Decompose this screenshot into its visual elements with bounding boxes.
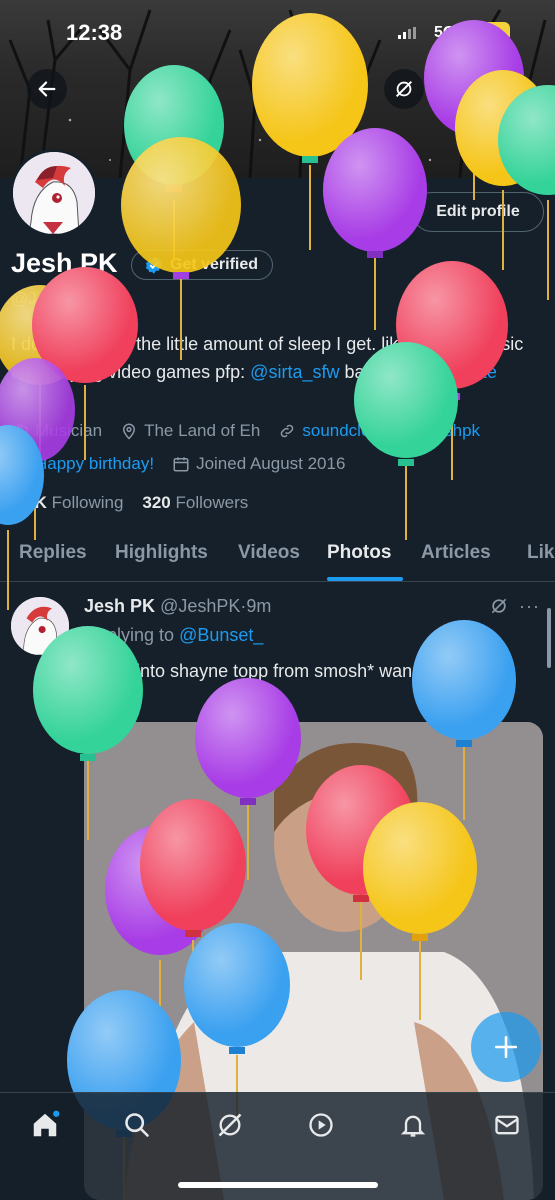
post-text: *turns into shayne topp from smosh* wann… [84, 661, 501, 709]
get-verified-label: Get verified [170, 256, 259, 273]
nav-notifications[interactable] [393, 1109, 433, 1141]
post-grok-icon[interactable] [489, 596, 509, 621]
joined-label: Joined August 2016 [196, 454, 346, 473]
post-more-button[interactable]: ··· [519, 596, 540, 617]
tab-replies[interactable]: Replies [19, 542, 87, 564]
following-count: 1.2K [11, 493, 47, 512]
search-nav-icon [125, 1113, 149, 1137]
birthday-item: Happy birthday! [11, 454, 154, 474]
tab-photos[interactable]: Photos [327, 542, 391, 564]
website-link[interactable]: soundcloud.com/jeshpk [302, 421, 480, 441]
nav-search[interactable] [117, 1109, 157, 1141]
battery-indicator: 77 [474, 22, 510, 42]
status-time: 12:38 [66, 20, 123, 45]
location-item: The Land of Eh [120, 421, 260, 441]
location-pin-icon [123, 423, 136, 440]
network-label: 5G+ [434, 24, 465, 41]
post-author-name[interactable]: Jesh PK [84, 596, 155, 616]
bio-link-pfp[interactable]: @sirta_sfw [250, 362, 339, 382]
profession-label: Musician [35, 421, 103, 440]
profile-meta-row-2: Happy birthday! Joined August 2016 [11, 454, 363, 474]
signal-icon [398, 26, 416, 44]
profile-name: Jesh PK [11, 248, 118, 278]
home-indicator[interactable] [178, 1182, 378, 1188]
follow-stats: 1.2K Following 320 Followers [11, 493, 248, 513]
profile-avatar[interactable] [10, 149, 98, 237]
calendar-icon [173, 457, 189, 472]
tab-videos[interactable]: Videos [238, 542, 300, 564]
tab-articles[interactable]: Articles [421, 542, 491, 564]
nav-messages[interactable] [487, 1109, 527, 1141]
back-arrow-icon [38, 81, 56, 97]
grok-button[interactable] [384, 69, 424, 109]
bio-link-banner[interactable]: @arayalite [411, 362, 497, 382]
followers-link[interactable]: 320 Followers [142, 493, 248, 512]
edit-profile-button[interactable]: Edit profile [412, 192, 544, 232]
profile-tabs: Replies Highlights Videos Photos Article… [0, 528, 555, 582]
active-tab-indicator [327, 577, 403, 581]
replying-to-line: Replying to @Bunset_ [84, 625, 263, 646]
compose-button[interactable] [471, 1012, 541, 1082]
nav-video[interactable] [301, 1109, 341, 1141]
profile-meta-row-1: Musician The Land of Eh soundcloud.com/j… [11, 421, 498, 441]
post-time: 9m [246, 596, 272, 616]
verified-check-icon [145, 256, 163, 274]
post-avatar-image [11, 597, 69, 655]
profile-bio: I do things with the little amount of sl… [11, 330, 541, 386]
joined-item: Joined August 2016 [172, 454, 345, 474]
mail-icon [495, 1115, 519, 1135]
following-label: Following [51, 493, 124, 512]
replying-to-label: Replying to [84, 625, 175, 645]
post-avatar[interactable] [11, 597, 69, 655]
back-button[interactable] [27, 69, 67, 109]
profession-item: Musician [11, 421, 102, 441]
replying-to-handle[interactable]: @Bunset_ [179, 625, 263, 645]
following-link[interactable]: 1.2K Following [11, 493, 123, 512]
grok-icon [395, 80, 413, 98]
birthday-label: Happy birthday! [35, 454, 155, 473]
followers-count: 320 [142, 493, 171, 512]
bio-text-2: banner: [339, 362, 411, 382]
status-bar: 12:38 5G+ 77 [0, 0, 555, 64]
bell-icon [400, 1115, 426, 1137]
pony-avatar-image [13, 152, 95, 234]
post-author-handle[interactable]: @JeshPK [160, 596, 240, 616]
scrollbar[interactable] [547, 608, 551, 668]
search-button[interactable] [436, 69, 476, 109]
tab-highlights[interactable]: Highlights [115, 542, 208, 564]
followers-label: Followers [175, 493, 249, 512]
balloon-icon [14, 455, 26, 472]
nav-home[interactable] [25, 1109, 65, 1141]
plus-icon [494, 1035, 518, 1059]
profile-handle: @JeshPK [11, 289, 87, 308]
nav-grok[interactable] [210, 1109, 250, 1141]
website-item[interactable]: soundcloud.com/jeshpk [278, 421, 480, 441]
grok-nav-icon [218, 1113, 242, 1137]
post-header: Jesh PK @JeshPK·9m [84, 596, 271, 617]
play-circle-icon [309, 1113, 333, 1137]
search-icon [446, 79, 466, 99]
home-icon [33, 1110, 60, 1137]
get-verified-button[interactable]: Get verified [131, 250, 274, 280]
location-label: The Land of Eh [144, 421, 261, 440]
briefcase-icon [12, 424, 28, 438]
link-icon [281, 424, 294, 438]
tab-likes[interactable]: Lik [527, 542, 554, 564]
balloon-blue-1 [0, 425, 44, 610]
